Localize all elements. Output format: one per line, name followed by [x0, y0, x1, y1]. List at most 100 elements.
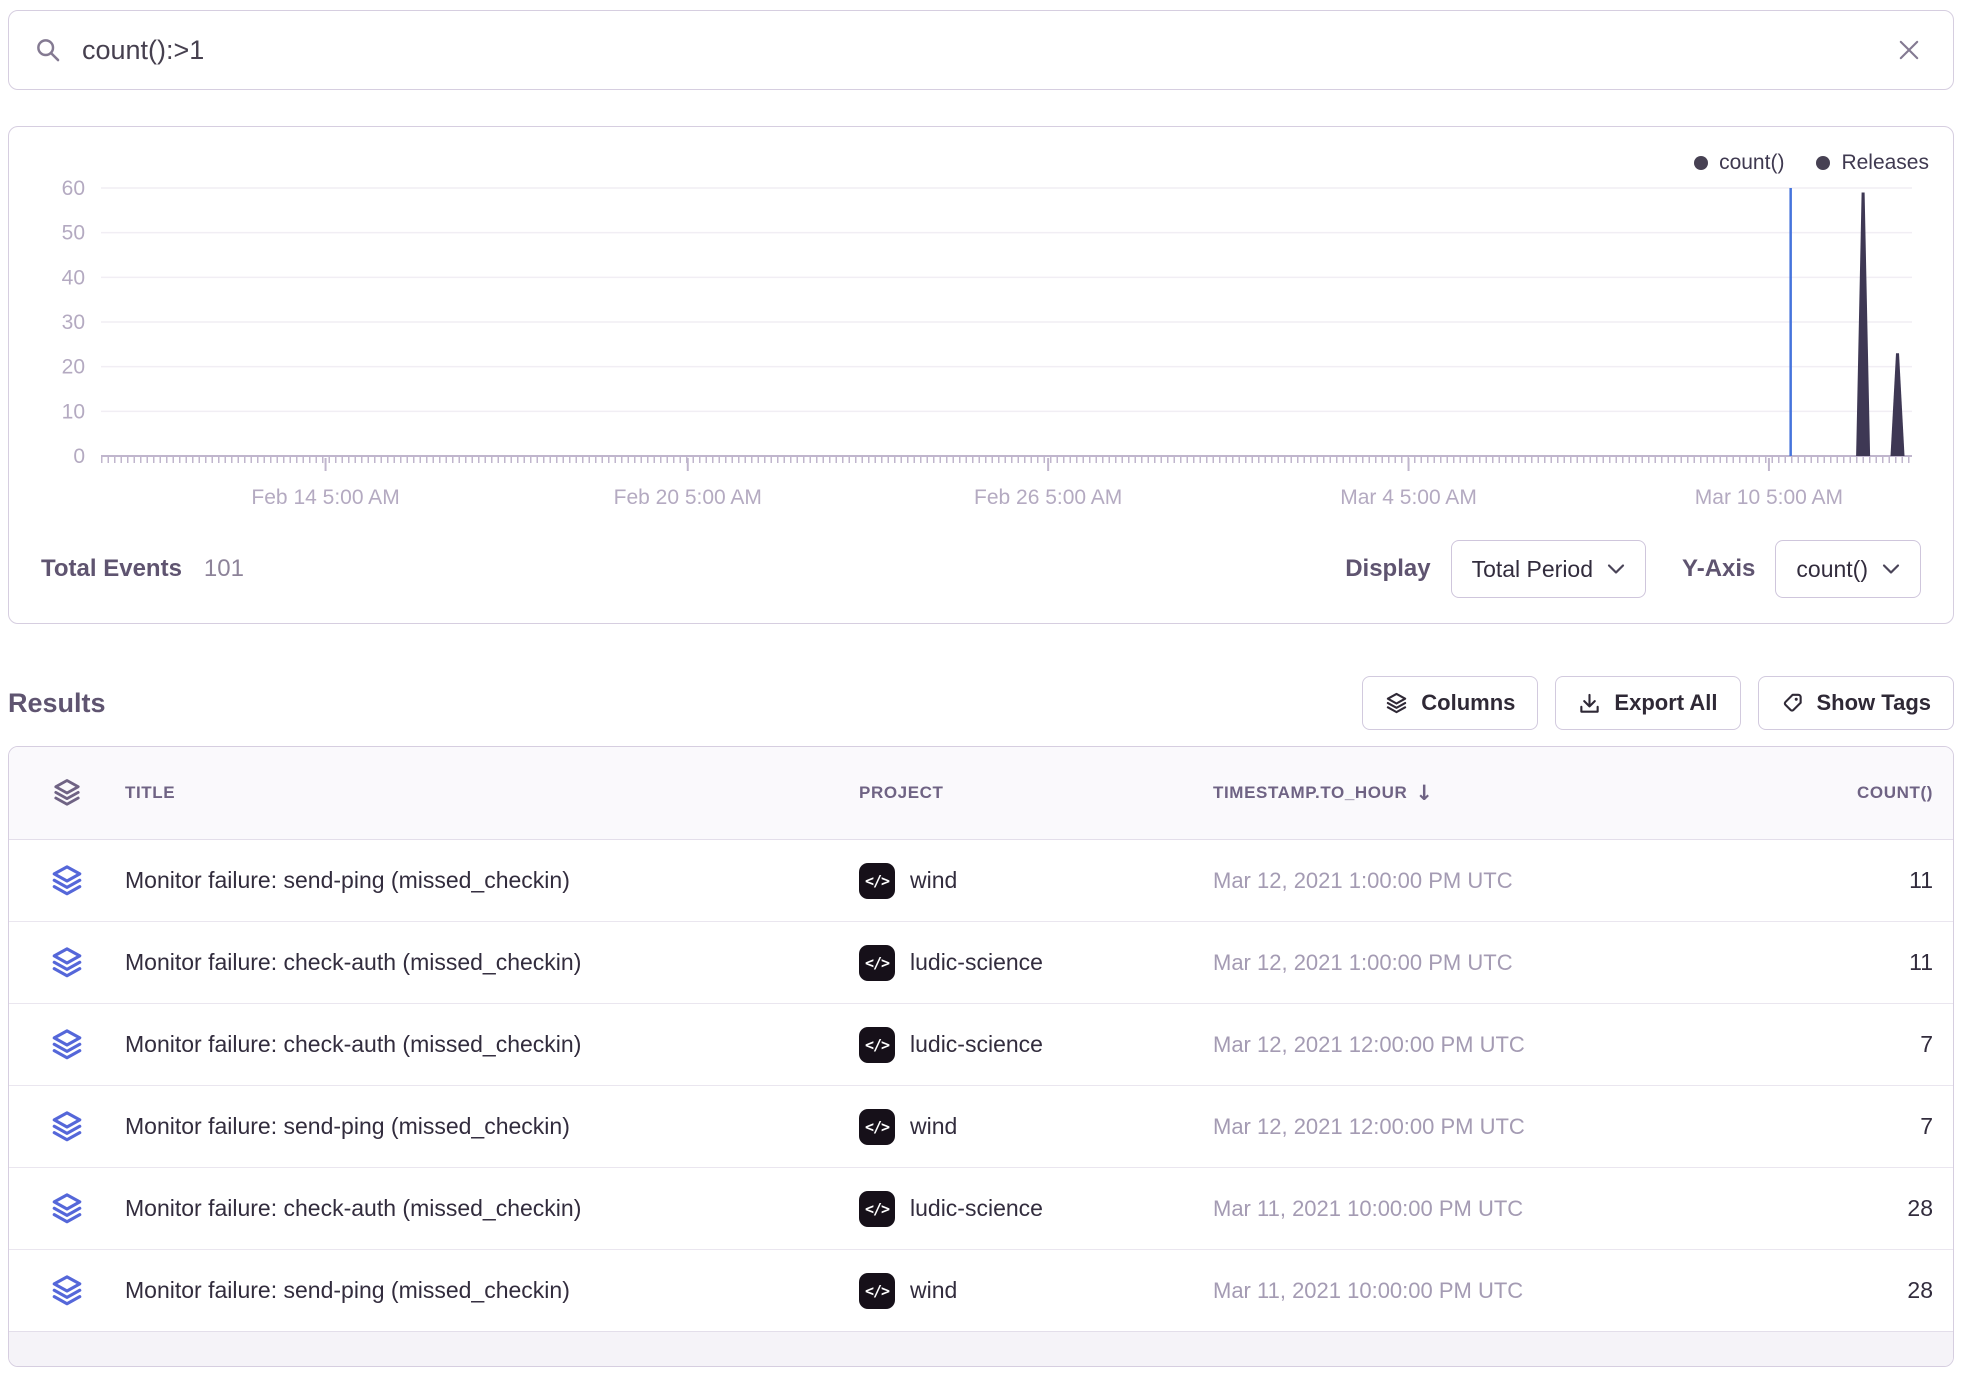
- row-project-cell[interactable]: </> wind: [859, 1273, 1213, 1309]
- row-project-cell[interactable]: </>ludic-science: [859, 1191, 1213, 1227]
- results-header: Results Columns Export All Show Tags: [8, 676, 1954, 730]
- search-icon: [35, 37, 62, 64]
- column-header-title[interactable]: TITLE: [125, 783, 859, 803]
- legend-item[interactable]: count(): [1694, 151, 1784, 175]
- chart-legend: count() Releases: [1694, 151, 1929, 175]
- layers-icon: [52, 778, 82, 808]
- row-title-link[interactable]: Monitor failure: check-auth (missed_chec…: [125, 1195, 859, 1222]
- svg-text:10: 10: [62, 400, 85, 423]
- row-title-link[interactable]: Monitor failure: check-auth (missed_chec…: [125, 1031, 859, 1058]
- platform-code-icon: </>: [859, 1109, 895, 1145]
- row-project-cell[interactable]: </> ludic-science: [859, 945, 1213, 981]
- row-project-cell[interactable]: </> wind: [859, 1109, 1213, 1145]
- table-row: Monitor failure: check-auth (missed_chec…: [9, 922, 1953, 1004]
- svg-text:50: 50: [62, 222, 85, 245]
- column-header-label: TITLE: [125, 783, 175, 803]
- row-timestamp: Mar 12, 2021 12:00:00 PM UTC: [1213, 1114, 1655, 1140]
- search-input[interactable]: [80, 34, 1873, 67]
- platform-code-icon: </>: [859, 863, 895, 899]
- download-icon: [1578, 692, 1601, 715]
- table-body: Monitor failure: send-ping (missed_check…: [9, 840, 1953, 1332]
- row-icon-cell: [9, 1192, 125, 1226]
- discover-page: count()Releases 0102030405060Feb 14 5:00…: [0, 0, 1962, 1367]
- row-icon-cell: [9, 1028, 125, 1062]
- yaxis-dropdown[interactable]: count(): [1775, 540, 1921, 598]
- results-buttons: Columns Export All Show Tags: [1362, 676, 1954, 730]
- row-timestamp: Mar 12, 2021 1:00:00 PM UTC: [1213, 950, 1655, 976]
- row-count: 11: [1655, 867, 1953, 894]
- project-name: ludic-science: [910, 1031, 1043, 1058]
- row-icon-cell: [9, 1274, 125, 1308]
- chevron-down-icon: [1882, 563, 1900, 575]
- display-dropdown[interactable]: Total Period: [1451, 540, 1646, 598]
- platform-code-icon: </>: [859, 945, 895, 981]
- column-header-count[interactable]: COUNT(): [1655, 783, 1953, 803]
- svg-text:Feb 14 5:00 AM: Feb 14 5:00 AM: [251, 486, 399, 509]
- row-title-link[interactable]: Monitor failure: send-ping (missed_check…: [125, 1277, 859, 1304]
- yaxis-label: Y-Axis: [1682, 555, 1755, 583]
- row-project-cell[interactable]: </>ludic-science: [859, 1027, 1213, 1063]
- table-row: Monitor failure: send-ping (missed_check…: [9, 1250, 1953, 1332]
- legend-label: Releases: [1841, 151, 1929, 175]
- project-name: ludic-science: [910, 949, 1043, 976]
- legend-item[interactable]: Releases: [1816, 151, 1929, 175]
- column-header-icon: [9, 778, 125, 808]
- columns-button[interactable]: Columns: [1362, 676, 1538, 730]
- layers-icon: [50, 1110, 84, 1144]
- events-chart[interactable]: 0102030405060Feb 14 5:00 AMFeb 20 5:00 A…: [9, 127, 1952, 517]
- row-timestamp: Mar 11, 2021 10:00:00 PM UTC: [1213, 1278, 1655, 1304]
- display-dropdown-value: Total Period: [1472, 556, 1593, 583]
- column-header-project[interactable]: PROJECT: [859, 783, 1213, 803]
- export-all-button[interactable]: Export All: [1555, 676, 1740, 730]
- row-icon-cell: [9, 946, 125, 980]
- table-row: Monitor failure: check-auth (missed_chec…: [9, 1168, 1953, 1250]
- svg-text:40: 40: [62, 266, 85, 289]
- total-events-label: Total Events: [41, 555, 182, 583]
- legend-dot-icon: [1694, 156, 1708, 170]
- row-count: 28: [1655, 1195, 1953, 1222]
- row-timestamp: Mar 11, 2021 10:00:00 PM UTC: [1213, 1196, 1655, 1222]
- svg-text:0: 0: [73, 445, 85, 468]
- row-icon-cell: [9, 864, 125, 898]
- close-icon[interactable]: [1891, 32, 1927, 68]
- project-name: wind: [910, 1113, 957, 1140]
- project-name: wind: [910, 867, 957, 894]
- chart-controls: Display Total Period Y-Axis count(): [1345, 540, 1921, 598]
- table-header-row: TITLE PROJECT TIMESTAMP.TO_HOUR↓ COUNT(): [9, 747, 1953, 840]
- column-header-label: PROJECT: [859, 783, 944, 803]
- row-title-link[interactable]: Monitor failure: check-auth (missed_chec…: [125, 949, 859, 976]
- results-title: Results: [8, 688, 106, 719]
- row-icon-cell: [9, 1110, 125, 1144]
- row-project-cell[interactable]: </> wind: [859, 863, 1213, 899]
- svg-text:60: 60: [62, 177, 85, 200]
- project-name: wind: [910, 1277, 957, 1304]
- button-label: Columns: [1421, 690, 1515, 716]
- platform-code-icon: </>: [859, 1273, 895, 1309]
- column-header-label: COUNT(): [1857, 783, 1933, 803]
- row-timestamp: Mar 12, 2021 12:00:00 PM UTC: [1213, 1032, 1655, 1058]
- row-count: 11: [1655, 949, 1953, 976]
- chevron-down-icon: [1607, 563, 1625, 575]
- layers-icon: [50, 946, 84, 980]
- row-timestamp: Mar 12, 2021 1:00:00 PM UTC: [1213, 868, 1655, 894]
- table-footer: [9, 1332, 1953, 1366]
- svg-text:Mar 4 5:00 AM: Mar 4 5:00 AM: [1340, 486, 1477, 509]
- layers-icon: [50, 864, 84, 898]
- yaxis-dropdown-value: count(): [1796, 556, 1868, 583]
- total-events: Total Events 101: [41, 555, 244, 583]
- svg-text:Feb 20 5:00 AM: Feb 20 5:00 AM: [614, 486, 762, 509]
- svg-text:20: 20: [62, 356, 85, 379]
- column-header-label: TIMESTAMP.TO_HOUR: [1213, 783, 1407, 803]
- events-chart-panel: count()Releases 0102030405060Feb 14 5:00…: [8, 126, 1954, 624]
- row-count: 7: [1655, 1031, 1953, 1058]
- row-title-link[interactable]: Monitor failure: send-ping (missed_check…: [125, 867, 859, 894]
- column-header-timestamp[interactable]: TIMESTAMP.TO_HOUR↓: [1213, 781, 1655, 805]
- layers-icon: [50, 1028, 84, 1062]
- tag-icon: [1781, 692, 1804, 715]
- legend-label: count(): [1719, 151, 1784, 175]
- row-title-link[interactable]: Monitor failure: send-ping (missed_check…: [125, 1113, 859, 1140]
- show-tags-button[interactable]: Show Tags: [1758, 676, 1955, 730]
- project-name: ludic-science: [910, 1195, 1043, 1222]
- total-events-value: 101: [204, 555, 244, 583]
- row-count: 28: [1655, 1277, 1953, 1304]
